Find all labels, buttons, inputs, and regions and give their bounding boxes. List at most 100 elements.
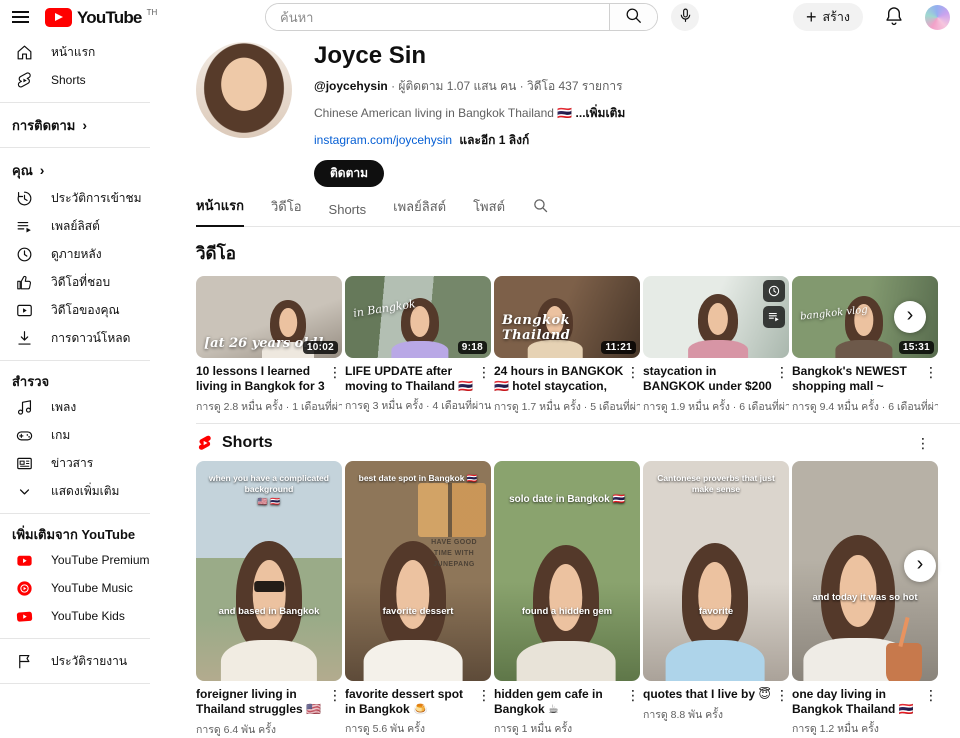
topbar-center — [265, 3, 699, 31]
youtube-music-icon — [14, 578, 34, 598]
shorts-section-menu-icon[interactable] — [916, 435, 930, 452]
short-menu-icon[interactable] — [626, 687, 640, 717]
search-input[interactable] — [266, 4, 609, 30]
sidebar-item-shorts[interactable]: Shorts — [0, 66, 170, 94]
video-duration-badge: 11:21 — [601, 341, 636, 354]
video-menu-icon[interactable] — [477, 364, 491, 394]
sidebar-item-downloads[interactable]: การดาวน์โหลด — [0, 324, 170, 352]
tab-home[interactable]: หน้าแรก — [196, 195, 244, 227]
shorts-logo-icon — [196, 434, 214, 452]
short-title[interactable]: foreigner living in Thailand struggles 🇺… — [196, 687, 328, 718]
short-thumbnail[interactable]: Cantonese proverbs that just make sense … — [643, 461, 789, 681]
search-button[interactable] — [609, 4, 657, 30]
video-menu-icon[interactable] — [626, 364, 640, 395]
video-card: bangkok vlog 15:31 Bangkok's NEWEST shop… — [792, 276, 938, 415]
video-thumbnail[interactable] — [643, 276, 789, 358]
short-card: when you have a complicated background🇺🇸… — [196, 461, 342, 738]
tab-shorts[interactable]: Shorts — [329, 202, 367, 226]
notifications-button[interactable] — [879, 1, 909, 34]
subscribe-button[interactable]: ติดตาม — [314, 160, 384, 187]
sidebar-item-your-videos[interactable]: วิดีโอของคุณ — [0, 296, 170, 324]
video-menu-icon[interactable] — [328, 364, 342, 395]
search-icon — [624, 6, 643, 28]
sidebar-divider — [0, 102, 150, 103]
channel-search-icon[interactable] — [532, 197, 549, 226]
sidebar-item-watch-later[interactable]: ดูภายหลัง — [0, 240, 170, 268]
youtube-kids-icon — [14, 606, 34, 626]
short-menu-icon[interactable] — [924, 687, 938, 717]
short-menu-icon[interactable] — [328, 687, 342, 718]
sidebar-item-playlists[interactable]: เพลย์ลิสต์ — [0, 212, 170, 240]
short-thumbnail[interactable]: best date spot in Bangkok 🇹🇭 HAVE GOOD T… — [345, 461, 491, 681]
video-menu-icon[interactable] — [775, 364, 789, 395]
short-title[interactable]: hidden gem cafe in Bangkok ☕ — [494, 687, 626, 717]
sidebar-item-youtube-music[interactable]: YouTube Music — [0, 574, 170, 602]
sidebar-item-youtube-kids[interactable]: YouTube Kids — [0, 602, 170, 630]
section-divider — [196, 423, 960, 424]
short-overlay-top-text: when you have a complicated background🇺🇸… — [201, 473, 337, 508]
channel-links: instagram.com/joycehysin และอีก 1 ลิงก์ — [314, 131, 625, 150]
sidebar-item-history[interactable]: ประวัติการเข้าชม — [0, 184, 170, 212]
create-button[interactable]: สร้าง — [793, 3, 863, 31]
description-more-link[interactable]: ...เพิ่มเติม — [576, 106, 626, 120]
short-caption-text: and today it was so hot — [796, 592, 934, 603]
video-title[interactable]: staycation in BANGKOK under $200 🇹🇭 — [643, 364, 775, 395]
account-avatar[interactable] — [925, 5, 950, 30]
sidebar-item-label: วิดีโอของคุณ — [51, 301, 120, 320]
short-views: การดู 1.2 หมื่น ครั้ง — [792, 720, 938, 737]
add-to-queue-icon[interactable] — [763, 306, 785, 328]
sidebar-item-music[interactable]: เพลง — [0, 393, 170, 421]
chevron-right-icon — [82, 118, 87, 132]
short-overlay-top-text: best date spot in Bangkok 🇹🇭 — [350, 473, 486, 485]
sidebar-section-label: เพิ่มเติมจาก YouTube — [12, 524, 135, 545]
video-title[interactable]: 10 lessons I learned living in Bangkok f… — [196, 364, 328, 395]
short-thumbnail[interactable]: solo date in Bangkok 🇹🇭 found a hidden g… — [494, 461, 640, 681]
tab-playlists[interactable]: เพลย์ลิสต์ — [393, 196, 446, 226]
shorts-carousel-next-button[interactable] — [904, 550, 936, 582]
video-title[interactable]: Bangkok's NEWEST shopping mall ~ Central… — [792, 364, 924, 395]
sidebar-item-news[interactable]: ข่าวสาร — [0, 449, 170, 477]
hamburger-menu-button[interactable] — [8, 12, 33, 22]
video-thumbnail[interactable]: [at 26 years old] 10:02 — [196, 276, 342, 358]
videos-carousel-next-button[interactable] — [894, 301, 926, 333]
short-title[interactable]: quotes that I live by 😇 — [643, 687, 775, 704]
sidebar-item-label: YouTube Premium — [51, 553, 150, 567]
youtube-logo[interactable]: YouTube TH — [45, 6, 157, 29]
sidebar-item-show-more[interactable]: แสดงเพิ่มเติม — [0, 477, 170, 505]
chevron-down-icon — [14, 481, 34, 501]
sidebar-item-liked-videos[interactable]: วิดีโอที่ชอบ — [0, 268, 170, 296]
video-title[interactable]: LIFE UPDATE after moving to Thailand 🇹🇭 — [345, 364, 477, 394]
sidebar-item-subscriptions[interactable]: การติดตาม — [0, 111, 170, 139]
short-menu-icon[interactable] — [775, 687, 789, 704]
sidebar-item-label: เพลย์ลิสต์ — [51, 217, 100, 236]
sidebar-item-label: ประวัติรายงาน — [51, 652, 127, 671]
watch-later-icon[interactable] — [763, 280, 785, 302]
sidebar-item-gaming[interactable]: เกม — [0, 421, 170, 449]
short-menu-icon[interactable] — [477, 687, 491, 717]
video-thumbnail[interactable]: Bangkok Thailand 11:21 — [494, 276, 640, 358]
sidebar-item-you[interactable]: คุณ — [0, 156, 170, 184]
channel-description: Chinese American living in Bangkok Thail… — [314, 104, 625, 123]
short-thumbnail[interactable]: when you have a complicated background🇺🇸… — [196, 461, 342, 681]
short-views: การดู 5.6 พัน ครั้ง — [345, 720, 491, 737]
voice-search-button[interactable] — [671, 3, 699, 31]
short-title[interactable]: favorite dessert spot in Bangkok 🍮 — [345, 687, 477, 717]
sidebar-item-youtube-premium[interactable]: YouTube Premium — [0, 546, 170, 574]
tab-videos[interactable]: วิดีโอ — [271, 196, 302, 226]
channel-link[interactable]: instagram.com/joycehysin — [314, 133, 452, 147]
tab-posts[interactable]: โพสต์ — [473, 196, 505, 226]
videos-row: [at 26 years old] 10:02 10 lessons I lea… — [196, 276, 938, 415]
sidebar-section-label: สำรวจ — [12, 371, 49, 392]
sidebar-item-label: แสดงเพิ่มเติม — [51, 482, 119, 501]
video-title[interactable]: 24 hours in BANGKOK 🇹🇭 hotel staycation,… — [494, 364, 626, 395]
short-title[interactable]: one day living in Bangkok Thailand 🇹🇭 — [792, 687, 924, 717]
drink-cup-figure — [886, 643, 922, 681]
video-thumbnail[interactable]: in Bangkok 9:18 — [345, 276, 491, 358]
channel-links-more[interactable]: และอีก 1 ลิงก์ — [459, 133, 529, 147]
channel-header: Joyce Sin @joycehysin · ผู้ติดตาม 1.07 แ… — [196, 42, 960, 187]
sidebar-item-home[interactable]: หน้าแรก — [0, 38, 170, 66]
short-caption-text: found a hidden gem — [498, 606, 636, 617]
channel-avatar[interactable] — [196, 42, 292, 138]
video-menu-icon[interactable] — [924, 364, 938, 395]
sidebar-item-report-history[interactable]: ประวัติรายงาน — [0, 647, 170, 675]
